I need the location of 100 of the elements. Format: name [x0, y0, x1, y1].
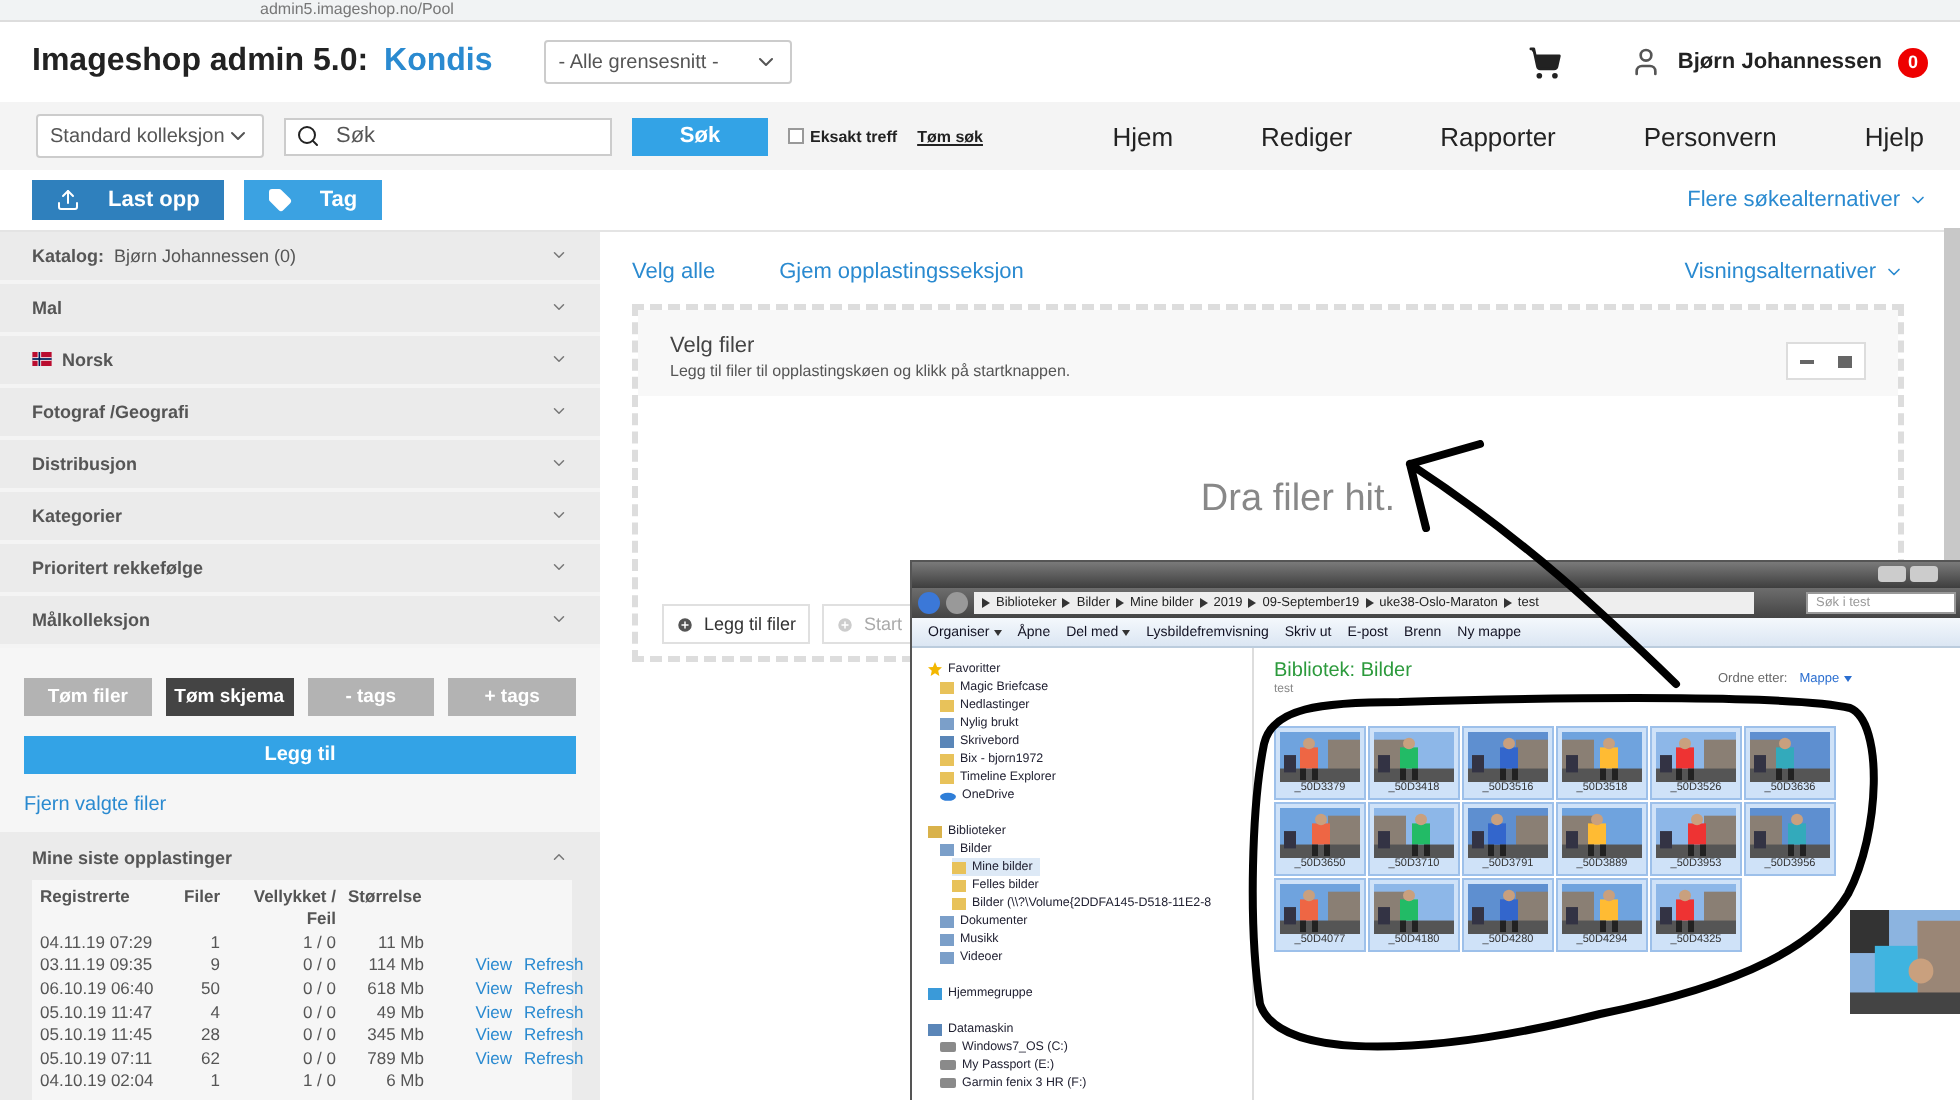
- cart-icon[interactable]: [1527, 45, 1562, 79]
- table-cell-text: 789 Mb: [365, 1047, 424, 1071]
- folder-icon: [928, 824, 942, 838]
- table-cell-text: 0 / 0: [300, 1047, 336, 1071]
- table-cell-text: 62: [199, 1047, 220, 1071]
- exact-match-checkbox[interactable]: [788, 128, 804, 144]
- filter-label: Distribusjon: [32, 453, 138, 474]
- view-link[interactable]: View: [475, 1024, 512, 1048]
- filter-section[interactable]: Kategorier: [0, 491, 600, 544]
- minimize-button[interactable]: [1878, 566, 1906, 582]
- search-field[interactable]: Søk: [284, 117, 612, 155]
- collection-select[interactable]: Standard kolleksjon: [36, 114, 264, 158]
- separator-icon: [1248, 598, 1257, 608]
- add-files-button[interactable]: Legg til filer: [662, 604, 811, 644]
- brand-name: Kondis: [384, 44, 493, 80]
- filter-section[interactable]: Distribusjon: [0, 439, 600, 492]
- table-cell-text: 0 / 0: [300, 954, 336, 978]
- form-button[interactable]: Tøm skjema: [165, 677, 293, 716]
- filter-label: Norsk: [32, 349, 114, 370]
- view-link[interactable]: View: [475, 978, 512, 1002]
- nav-link[interactable]: Personvern: [1643, 121, 1777, 151]
- user-name[interactable]: Bjørn Johannessen: [1677, 50, 1882, 74]
- filter-label: Fotograf /Geografi: [32, 401, 189, 422]
- drop-hint: Dra filer hit.: [1200, 478, 1396, 522]
- table-cell-text: 6 Mb: [384, 1070, 424, 1094]
- filter-label: Kategorier: [32, 505, 123, 526]
- table-cell-text: 0 / 0: [300, 1001, 336, 1025]
- filter-section[interactable]: Norsk: [0, 335, 600, 388]
- filter-section[interactable]: Mal: [0, 283, 600, 336]
- star-icon: [928, 662, 942, 676]
- library-title: Bibliotek: Bilder: [1274, 660, 1412, 684]
- view-options-link[interactable]: Visningsalternativer: [1684, 260, 1904, 284]
- table-cell-text: 04.11.19 07:29: [40, 931, 155, 955]
- table-cell-text: 1 / 0: [300, 1070, 336, 1094]
- table-cell-text: 618 Mb: [365, 978, 424, 1002]
- column-header: Vellykket / Feil: [251, 885, 336, 932]
- app-title: Imageshop admin 5.0:: [32, 44, 369, 80]
- nav-link[interactable]: Rediger: [1261, 121, 1353, 151]
- table-cell-text: 04.10.19 02:04: [40, 1070, 156, 1094]
- exact-match-label: Eksakt treff: [810, 127, 898, 145]
- separator-icon: [1199, 598, 1208, 608]
- table-cell-text: 06.10.19 06:40: [40, 978, 156, 1002]
- table-cell-text: 28: [199, 1024, 220, 1048]
- filter-label: Mal: [32, 297, 63, 318]
- interface-select[interactable]: - Alle grensesnitt -: [544, 40, 793, 84]
- upload-hint: Legg til filer til opplastingskøen og klikk på startknappen.: [670, 362, 1071, 380]
- plus-icon: [836, 615, 855, 633]
- filter-label: Katalog: Bjørn Johannessen (0): [32, 245, 297, 266]
- separator-icon: [1503, 598, 1512, 608]
- filter-section[interactable]: Prioritert rekkefølge: [0, 543, 600, 596]
- table-cell-text: 0 / 0: [300, 978, 336, 1002]
- separator-icon: [1365, 598, 1374, 608]
- table-cell-text: 05.10.19 07:11: [40, 1047, 155, 1071]
- filter-label: Prioritert rekkefølge: [32, 557, 204, 578]
- table-cell-text: 9: [208, 954, 220, 978]
- filter-label: Målkolleksjon: [32, 609, 151, 630]
- address-bar-url[interactable]: admin5.imageshop.no/Pool: [260, 0, 454, 20]
- caret-icon: [1122, 629, 1131, 635]
- dash-icon: [1800, 359, 1814, 363]
- nav-link[interactable]: Hjem: [1112, 121, 1174, 151]
- view-link[interactable]: View: [475, 1001, 512, 1025]
- table-cell-text: 03.11.19 09:35: [40, 954, 155, 978]
- upload-link[interactable]: Velg alle: [632, 260, 716, 284]
- table-cell-text: 1: [208, 931, 220, 955]
- nav-link[interactable]: Hjelp: [1864, 121, 1924, 151]
- image-icon: [1838, 355, 1852, 367]
- separator-icon: [982, 598, 990, 608]
- back-button[interactable]: [918, 592, 940, 614]
- plus-icon: [676, 615, 694, 633]
- table-cell-text: 4: [208, 1001, 220, 1025]
- column-header: Filer: [182, 885, 220, 910]
- column-header: Størrelse: [348, 885, 424, 910]
- table-cell-text: 114 Mb: [366, 954, 424, 978]
- upload-link[interactable]: Gjem opplastingsseksjon: [779, 260, 1024, 284]
- maximize-button[interactable]: [1910, 566, 1938, 582]
- section-title: Mine siste opplastinger: [32, 847, 233, 868]
- forward-button[interactable]: [946, 592, 968, 614]
- filter-section[interactable]: Katalog: Bjørn Johannessen (0): [0, 232, 600, 284]
- more-search-options-link[interactable]: Flere søkealternativer: [1687, 188, 1928, 212]
- filter-section[interactable]: Målkolleksjon: [0, 595, 600, 648]
- view-link[interactable]: View: [475, 1047, 512, 1071]
- cart-count-badge: 0: [1898, 47, 1928, 77]
- view-link[interactable]: View: [475, 954, 512, 978]
- separator-icon: [1115, 598, 1124, 608]
- tag-icon: [267, 188, 292, 212]
- upload-icon: [56, 188, 80, 212]
- table-cell-text: 1 / 0: [300, 931, 336, 955]
- table-cell-text: 345 Mb: [365, 1024, 424, 1048]
- clear-search-link[interactable]: Tøm søk: [917, 127, 983, 145]
- table-cell-text: 11 Mb: [376, 931, 424, 955]
- column-header: Registrerte: [40, 885, 132, 910]
- table-cell-text: 05.10.19 11:47: [40, 1001, 155, 1025]
- search-icon: [296, 124, 320, 148]
- nav-link[interactable]: Rapporter: [1440, 121, 1556, 151]
- upload-button[interactable]: Last opp: [32, 180, 224, 220]
- table-cell-text: 0 / 0: [300, 1024, 336, 1048]
- flag-icon: [32, 352, 52, 367]
- filter-section[interactable]: Fotograf /Geografi: [0, 387, 600, 440]
- upload-title: Velg filer: [670, 334, 757, 358]
- cloud-icon: [940, 789, 956, 801]
